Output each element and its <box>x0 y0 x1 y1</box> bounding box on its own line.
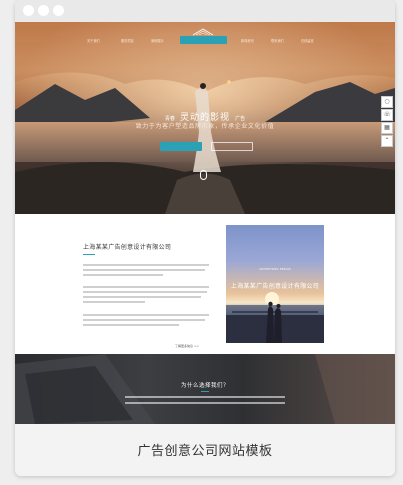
window-dot <box>38 5 49 16</box>
side-toolbar: ○ ☏ ▦ ⌃ <box>381 96 393 148</box>
about-text-line <box>83 264 209 266</box>
about-title: 上海某某广告创意设计有限公司 <box>83 244 172 251</box>
more-link[interactable]: 了解更多信息 >> <box>175 344 199 348</box>
scroll-down-icon[interactable] <box>200 170 207 180</box>
title-underline <box>201 391 209 392</box>
about-section: 上海某某广告创意设计有限公司 了解更多信息 >> ADVERTISING DES… <box>15 214 395 354</box>
about-image: ADVERTISING DESIGN 上海某某广告创意设计有限公司 <box>226 225 324 343</box>
top-nav: 关于我们 服务项目 案例展示 新闻资讯 联系我们 在线留言 <box>15 36 395 48</box>
hero-section: 关于我们 服务项目 案例展示 新闻资讯 联系我们 在线留言 青春 灵动的影视 广… <box>15 22 395 214</box>
window-dot <box>23 5 34 16</box>
about-text-line <box>83 296 201 298</box>
nav-item[interactable]: 在线留言 <box>301 38 314 43</box>
nav-item[interactable]: 新闻资讯 <box>241 38 254 43</box>
hero-primary-button[interactable] <box>160 142 202 151</box>
qrcode-icon[interactable]: ▦ <box>381 122 393 134</box>
nav-item-active[interactable] <box>180 36 227 44</box>
hero-subtitle: 致力于为客户塑造品牌形象，传承企业文化价值 <box>135 123 275 130</box>
why-text-line <box>125 402 285 404</box>
about-text-line <box>83 291 207 293</box>
about-text-line <box>83 324 179 326</box>
why-title: 为什么选择我们？ <box>180 383 229 389</box>
website-screenshot: 关于我们 服务项目 案例展示 新闻资讯 联系我们 在线留言 青春 灵动的影视 广… <box>15 22 395 424</box>
about-text-line <box>83 301 145 303</box>
about-text-line <box>83 286 209 288</box>
hero-secondary-button[interactable] <box>211 142 253 151</box>
preview-card: 关于我们 服务项目 案例展示 新闻资讯 联系我们 在线留言 青春 灵动的影视 广… <box>15 0 395 476</box>
about-text-line <box>83 314 209 316</box>
title-underline <box>83 254 95 255</box>
top-icon[interactable]: ⌃ <box>381 135 393 147</box>
logo-icon[interactable] <box>191 27 215 37</box>
nav-item[interactable]: 案例展示 <box>151 38 164 43</box>
about-text-line <box>83 319 205 321</box>
laptop-background <box>15 354 395 424</box>
nav-item[interactable]: 服务项目 <box>121 38 134 43</box>
window-chrome <box>15 0 395 22</box>
nav-item[interactable]: 关于我们 <box>87 38 100 43</box>
image-caption-small: ADVERTISING DESIGN <box>259 268 291 271</box>
about-text-line <box>83 269 205 271</box>
why-section: 为什么选择我们？ <box>15 354 395 424</box>
template-caption: 广告创意公司网站模板 <box>137 444 273 459</box>
image-caption: 上海某某广告创意设计有限公司 <box>230 283 320 290</box>
why-text-line <box>125 396 285 398</box>
window-dot <box>53 5 64 16</box>
phone-icon[interactable]: ☏ <box>381 109 393 121</box>
about-text-line <box>83 274 163 276</box>
chat-icon[interactable]: ○ <box>381 96 393 108</box>
nav-item[interactable]: 联系我们 <box>271 38 284 43</box>
